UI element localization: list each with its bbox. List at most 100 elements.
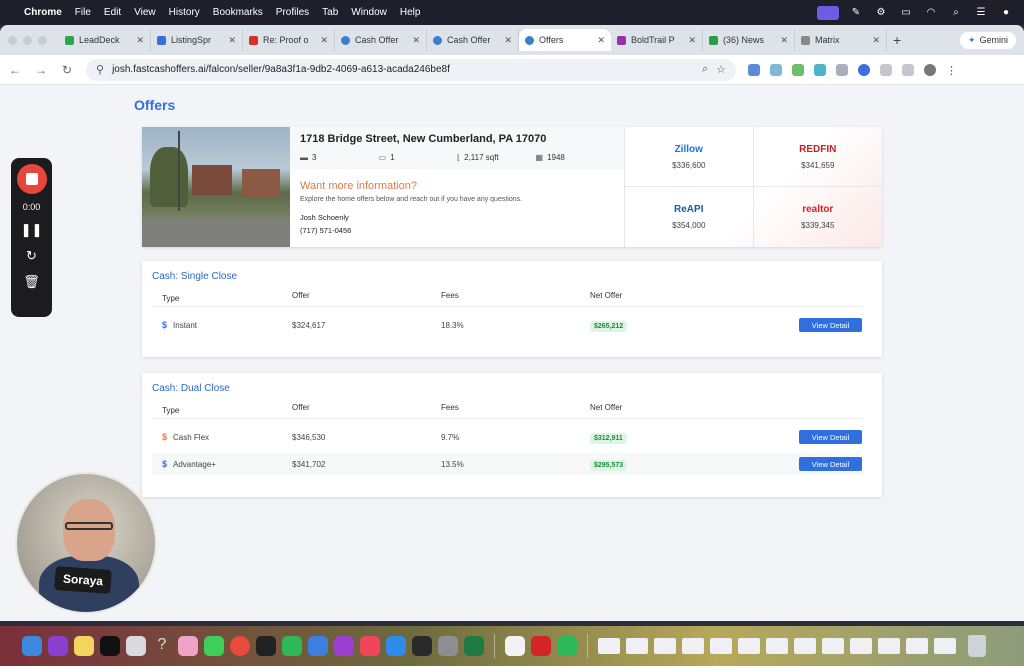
- photos-icon[interactable]: [178, 636, 198, 656]
- finder-icon[interactable]: [22, 636, 42, 656]
- trash-icon[interactable]: 🗑: [23, 274, 40, 290]
- restart-icon[interactable]: ↻: [26, 248, 37, 264]
- menu-tab[interactable]: Tab: [322, 7, 338, 18]
- site-settings-icon[interactable]: ⚲: [96, 63, 104, 76]
- app-icon[interactable]: [256, 636, 276, 656]
- minimized-window-thumbnail[interactable]: [850, 638, 872, 654]
- close-icon[interactable]: ✕: [688, 35, 696, 46]
- minimized-window-thumbnail[interactable]: [878, 638, 900, 654]
- extension-icon[interactable]: [858, 63, 870, 76]
- screen-recorder-status-icon[interactable]: [817, 5, 839, 20]
- minimized-window-thumbnail[interactable]: [934, 638, 956, 654]
- forward-arrow-icon[interactable]: →: [34, 63, 48, 77]
- menu-profiles[interactable]: Profiles: [276, 7, 309, 18]
- music-icon[interactable]: [360, 636, 380, 656]
- menu-history[interactable]: History: [169, 7, 200, 18]
- minimized-window-thumbnail[interactable]: [598, 638, 620, 654]
- launchpad-icon[interactable]: [126, 636, 146, 656]
- tab-news[interactable]: (36) News ✕: [703, 29, 795, 51]
- close-icon[interactable]: ✕: [136, 35, 144, 46]
- menu-help[interactable]: Help: [400, 7, 421, 18]
- tab-gmail[interactable]: Re: Proof o ✕: [243, 29, 335, 51]
- notes-icon[interactable]: [74, 636, 94, 656]
- menu-app-name[interactable]: Chrome: [24, 7, 62, 18]
- app-store-icon[interactable]: [386, 636, 406, 656]
- webcam-bubble[interactable]: Soraya: [15, 472, 157, 614]
- tab-cash-offer-2[interactable]: Cash Offer ✕: [427, 29, 519, 51]
- close-icon[interactable]: ✕: [504, 35, 512, 46]
- minimized-window-thumbnail[interactable]: [906, 638, 928, 654]
- tab-matrix[interactable]: Matrix ✕: [795, 29, 887, 51]
- menu-file[interactable]: File: [75, 7, 91, 18]
- menu-window[interactable]: Window: [351, 7, 387, 18]
- tab-offers[interactable]: Offers ✕: [519, 29, 611, 51]
- tab-cash-offer-1[interactable]: Cash Offer ✕: [335, 29, 427, 51]
- pause-icon[interactable]: ❚❚: [21, 222, 43, 238]
- feather-icon[interactable]: ✎: [848, 7, 864, 19]
- excel-icon[interactable]: [464, 636, 484, 656]
- view-detail-button[interactable]: View Detail: [799, 430, 862, 444]
- close-icon[interactable]: ✕: [412, 35, 420, 46]
- messages-icon[interactable]: [204, 636, 224, 656]
- control-center-icon[interactable]: ☰: [973, 7, 989, 19]
- stop-recording-button[interactable]: [16, 164, 47, 194]
- extension-icon[interactable]: [748, 63, 760, 76]
- agent-phone[interactable]: (717) 571-0456: [300, 226, 614, 235]
- side-panel-icon[interactable]: [902, 63, 914, 76]
- back-arrow-icon[interactable]: ←: [8, 63, 22, 77]
- zoom-icon[interactable]: ⌕: [702, 63, 708, 76]
- url-field[interactable]: ⚲ josh.fastcashoffers.ai/falcon/seller/9…: [86, 58, 736, 81]
- close-icon[interactable]: ✕: [597, 35, 605, 46]
- minimized-window-thumbnail[interactable]: [738, 638, 760, 654]
- close-icon[interactable]: ✕: [228, 35, 236, 46]
- more-menu-icon[interactable]: ⋮: [946, 64, 957, 77]
- minimized-window-thumbnail[interactable]: [766, 638, 788, 654]
- live-icon[interactable]: [412, 636, 432, 656]
- close-icon[interactable]: ✕: [320, 35, 328, 46]
- close-icon[interactable]: ✕: [872, 35, 880, 46]
- extension-icon[interactable]: [836, 63, 848, 76]
- minimized-window-thumbnail[interactable]: [654, 638, 676, 654]
- menu-edit[interactable]: Edit: [104, 7, 121, 18]
- gemini-button[interactable]: ✦ Gemini: [959, 31, 1016, 49]
- gear-icon[interactable]: ⚙: [873, 7, 889, 19]
- puzzle-icon[interactable]: [880, 63, 892, 76]
- system-settings-icon[interactable]: [438, 636, 458, 656]
- search-icon[interactable]: ⌕: [948, 7, 964, 19]
- zoom-window-button[interactable]: [38, 35, 47, 45]
- tv-icon[interactable]: [100, 636, 120, 656]
- profile-avatar[interactable]: [924, 63, 936, 76]
- minimized-window-thumbnail[interactable]: [794, 638, 816, 654]
- menu-view[interactable]: View: [134, 7, 156, 18]
- tab-boldtrail[interactable]: BoldTrail P ✕: [611, 29, 703, 51]
- textedit-icon[interactable]: [505, 636, 525, 656]
- wifi-icon[interactable]: ◠: [923, 7, 939, 19]
- extension-icon[interactable]: [770, 63, 782, 76]
- tab-leaddeck[interactable]: LeadDeck ✕: [59, 29, 151, 51]
- minimized-window-thumbnail[interactable]: [710, 638, 732, 654]
- reload-icon[interactable]: ↻: [60, 63, 74, 77]
- trash-icon[interactable]: [968, 635, 986, 657]
- minimized-window-thumbnail[interactable]: [822, 638, 844, 654]
- tab-listingsprint[interactable]: ListingSpr ✕: [151, 29, 243, 51]
- siri-icon[interactable]: [48, 636, 68, 656]
- bookmark-star-icon[interactable]: ☆: [716, 63, 726, 76]
- view-detail-button[interactable]: View Detail: [799, 457, 862, 471]
- url-text[interactable]: josh.fastcashoffers.ai/falcon/seller/9a8…: [112, 64, 694, 75]
- minimized-window-thumbnail[interactable]: [626, 638, 648, 654]
- close-icon[interactable]: ✕: [780, 35, 788, 46]
- new-tab-button[interactable]: +: [893, 32, 901, 48]
- battery-icon[interactable]: ▭: [898, 7, 914, 19]
- extension-icon[interactable]: [814, 63, 826, 76]
- menu-bookmarks[interactable]: Bookmarks: [213, 7, 263, 18]
- help-icon[interactable]: ?: [152, 636, 172, 656]
- keynote-icon[interactable]: [308, 636, 328, 656]
- siri-icon[interactable]: ●: [998, 7, 1014, 19]
- close-window-button[interactable]: [8, 35, 17, 45]
- minimized-window-thumbnail[interactable]: [682, 638, 704, 654]
- numbers-icon[interactable]: [282, 636, 302, 656]
- minimize-window-button[interactable]: [23, 35, 32, 45]
- podcasts-icon[interactable]: [334, 636, 354, 656]
- facetime-icon[interactable]: [557, 636, 577, 656]
- view-detail-button[interactable]: View Detail: [799, 318, 862, 332]
